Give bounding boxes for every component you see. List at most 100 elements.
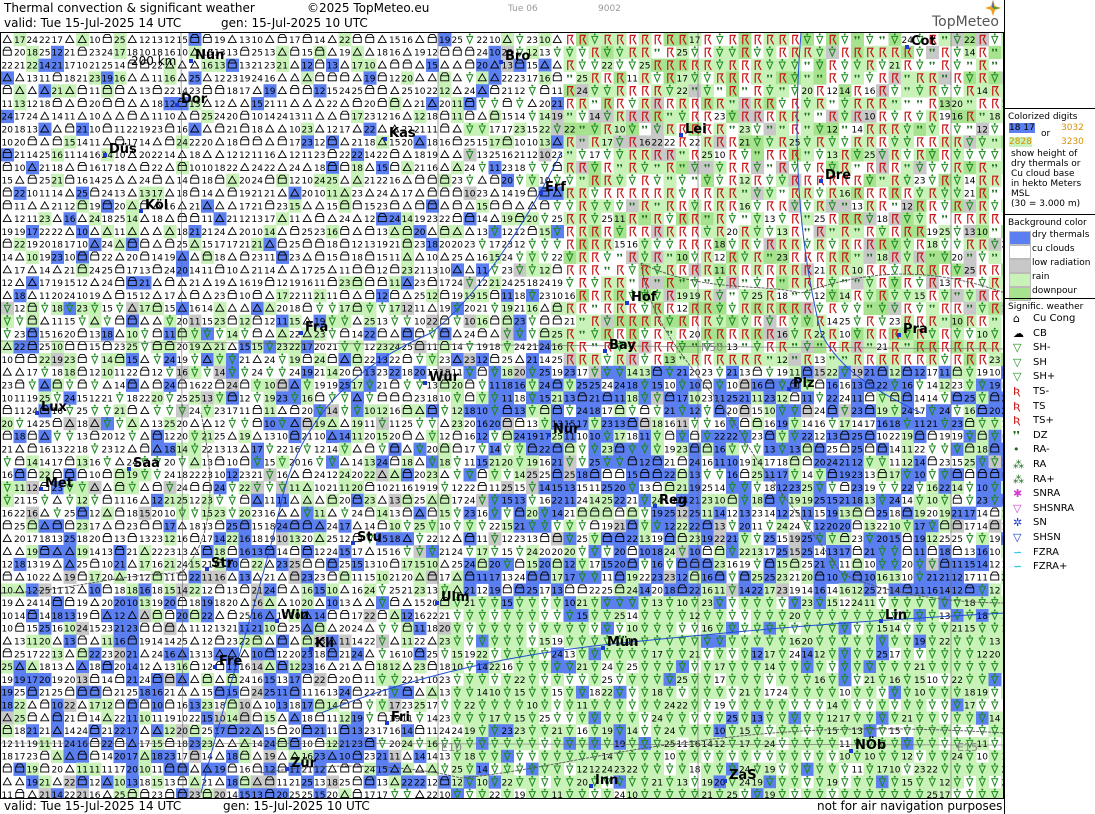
shower-dot-icon (743, 251, 746, 253)
thermal-height-digit: 24 (577, 87, 589, 97)
shower-dot-icon (518, 174, 521, 177)
cu-cong-icon (452, 328, 463, 338)
shower-dot-icon (943, 199, 946, 202)
thermal-height-digit: 11 (489, 164, 500, 174)
shower-icon (565, 202, 574, 212)
thermal-height-digit: 14 (839, 87, 851, 97)
cu-cong-icon (27, 200, 38, 210)
shower-icon (578, 151, 587, 160)
cu-cong-icon (402, 290, 413, 299)
thermal-height-digit: 15 (64, 279, 75, 289)
thermal-height-digit: 18 (177, 228, 189, 238)
shower-dot-icon (906, 135, 909, 138)
cu-cong-icon (114, 328, 125, 338)
thermal-height-digit: 17 (352, 62, 363, 72)
drizzle-icon: ❜❜ (667, 330, 673, 341)
drizzle-icon: ❜❜ (967, 125, 973, 136)
cu-cong-icon (227, 277, 238, 287)
cb-icon (365, 280, 375, 287)
cu-cong-icon (439, 200, 450, 210)
shower-icon (378, 304, 387, 314)
topmeteo-logo[interactable]: TopMeteo (932, 0, 1001, 30)
shower-icon (40, 304, 49, 314)
shower-dot-icon (468, 123, 471, 125)
thermal-height-digit: 18 (989, 113, 1001, 123)
thermal-height-digit: 18 (877, 215, 889, 225)
shower-dot-icon (518, 33, 521, 36)
shower-dot-icon (918, 302, 921, 305)
thermal-height-digit: 17 (239, 87, 250, 97)
thermal-height-digit: 12 (264, 318, 275, 328)
thunderstorm-icon (879, 73, 887, 84)
cu-cong-icon (39, 111, 50, 120)
shower-icon (890, 112, 899, 122)
thunderstorm-icon (742, 162, 750, 173)
thermal-height-digit: 18 (252, 126, 264, 136)
thermal-height-digit: 15 (164, 305, 175, 315)
weather-map[interactable]: 17 24 22 17 10 25 12 13 12 15 19 13 10 17 14 22 15 16 19 25… (0, 32, 1004, 799)
shower-dot-icon (106, 315, 109, 317)
cu-cong-icon (414, 72, 425, 82)
thermal-height-digit: 23 (77, 305, 88, 315)
thermal-height-digit: 25 (114, 215, 125, 225)
shower-icon (628, 176, 637, 186)
cb-icon (377, 331, 387, 338)
shower-icon (878, 317, 887, 327)
cb-top-icon (390, 289, 400, 294)
cu-cong-icon (414, 252, 425, 261)
cu-cong-icon (239, 264, 250, 274)
cu-cong-icon (177, 200, 188, 210)
shower-dot-icon (906, 123, 909, 125)
thermal-height-digit: 17 (127, 266, 138, 276)
thermal-height-digit: 17 (27, 228, 38, 238)
thermal-height-digit: 23 (527, 36, 538, 46)
thunderstorm-icon (604, 73, 612, 84)
drizzle-icon: ❜❜ (942, 215, 948, 226)
thunderstorm-icon (967, 214, 975, 224)
shower-dot-icon (693, 251, 696, 253)
shower-dot-icon (868, 71, 871, 74)
thermal-height-digit: 12 (377, 292, 388, 302)
shower-icon (740, 151, 749, 160)
shower-dot-icon (531, 238, 534, 241)
thermal-height-digit: 10 (302, 177, 314, 187)
shower-icon (915, 304, 924, 314)
cb-top-icon (352, 264, 362, 269)
thermal-height-digit: 11 (114, 126, 125, 136)
thermal-height-digit: 11 (152, 74, 163, 84)
shower-dot-icon (793, 315, 796, 317)
thermal-height-digit: 13 (827, 151, 838, 161)
shower-dot-icon (806, 33, 809, 36)
cu-cong-icon (402, 111, 413, 120)
shower-dot-icon (881, 59, 884, 61)
thermal-height-digit: 23 (277, 202, 288, 212)
shower-icon (953, 227, 962, 237)
shower-dot-icon (756, 46, 759, 49)
cb-top-icon (540, 315, 550, 320)
cb-icon (215, 177, 225, 184)
drizzle-icon: ❜❜ (804, 151, 810, 162)
thermal-height-digit: 23 (414, 241, 425, 251)
thunderstorm-icon (629, 86, 637, 96)
cu-cong-icon (214, 200, 225, 210)
cb-icon (365, 254, 375, 261)
thermal-height-digit: 12 (289, 151, 300, 161)
shower-dot-icon (706, 84, 709, 87)
cb-icon (490, 203, 500, 210)
shower-dot-icon (731, 315, 734, 317)
thermal-height-digit: 15 (289, 202, 300, 212)
thermal-height-digit: 23 (14, 330, 25, 340)
cu-cong-icon (439, 60, 450, 69)
shower-dot-icon (593, 161, 596, 164)
thunderstorm-icon (992, 214, 1000, 224)
shower-dot-icon (981, 251, 984, 253)
cb-icon (377, 280, 387, 287)
shower-dot-icon (906, 148, 909, 151)
run-day-faint: Tue 06 (508, 4, 538, 14)
cb-top-icon (390, 59, 400, 64)
shower-dot-icon (593, 212, 596, 215)
shower-icon (590, 61, 599, 71)
thermal-height-digit: 16 (389, 49, 401, 59)
shower-dot-icon (793, 327, 796, 330)
thermal-height-digit: 18 (27, 49, 39, 59)
